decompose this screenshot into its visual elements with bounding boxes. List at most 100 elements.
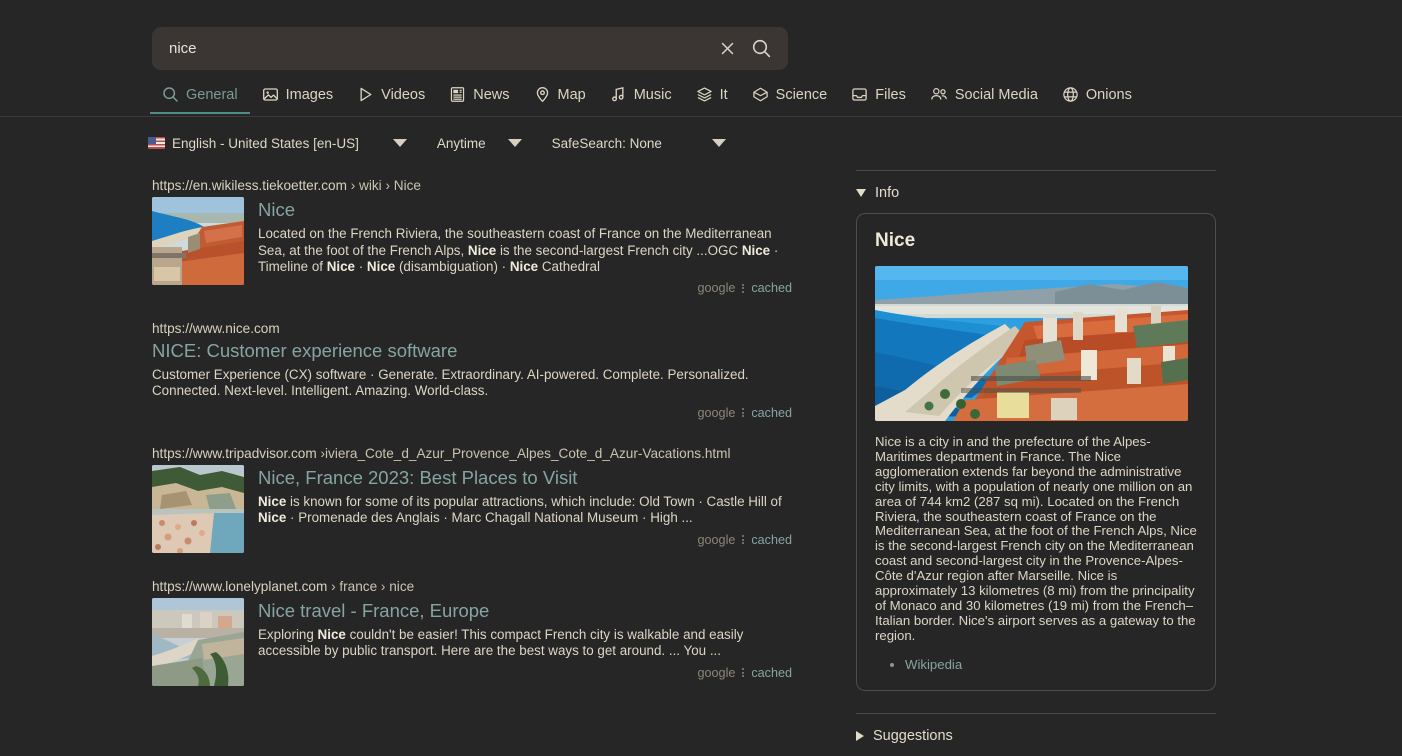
tab-onions[interactable]: Onions [1050, 84, 1144, 114]
more-options-icon[interactable] [742, 408, 745, 418]
info-section-header[interactable]: Info [856, 185, 1216, 201]
result-url-path: › wiki › Nice [346, 178, 421, 193]
result-url-domain: https://www.tripadvisor.com [152, 445, 317, 461]
result-url[interactable]: https://en.wikiless.tiekoetter.com › wik… [152, 178, 792, 193]
result-item: https://en.wikiless.tiekoetter.com › wik… [152, 178, 792, 295]
result-item: https://www.nice.com NICE: Customer expe… [152, 321, 792, 419]
infobox-image[interactable] [875, 266, 1188, 421]
result-engine-name: google [697, 665, 736, 680]
result-engines: google cached [258, 281, 792, 295]
result-url-path: ›iviera_Cote_d_Azur_Provence_Alpes_Cote_… [316, 445, 731, 461]
image-icon [262, 86, 279, 103]
page-header: General Images Videos [0, 0, 1402, 117]
more-options-icon[interactable] [742, 668, 745, 678]
result-title[interactable]: NICE: Customer experience software [152, 340, 792, 361]
tab-label: Map [557, 86, 586, 103]
result-cached-link[interactable]: cached [751, 666, 792, 680]
search-bar[interactable] [152, 27, 788, 70]
language-filter[interactable]: English - United States [en-US] [148, 136, 359, 151]
result-thumbnail[interactable] [152, 197, 244, 285]
infobox-description: Nice is a city in and the prefecture of … [875, 434, 1197, 643]
result-engines: google cached [152, 406, 792, 420]
tab-images[interactable]: Images [250, 84, 346, 114]
search-submit-button[interactable] [744, 27, 778, 70]
inbox-icon [851, 86, 868, 103]
infobox-link-wikipedia[interactable]: Wikipedia [905, 657, 962, 672]
tab-label: General [186, 86, 238, 103]
result-url-domain: https://en.wikiless.tiekoetter.com [152, 178, 347, 193]
safesearch-chevron-down-icon[interactable] [711, 139, 726, 147]
result-cached-link[interactable]: cached [751, 281, 792, 295]
more-options-icon[interactable] [742, 535, 745, 545]
result-thumbnail[interactable] [152, 597, 244, 686]
result-url[interactable]: https://www.lonelyplanet.com › france › … [152, 579, 792, 594]
safesearch-filter[interactable]: SafeSearch: None [552, 136, 662, 151]
result-title[interactable]: Nice [258, 199, 792, 220]
clear-search-button[interactable] [710, 27, 744, 70]
result-engine-name: google [697, 532, 736, 547]
result-title[interactable]: Nice, France 2023: Best Places to Visit [258, 467, 792, 488]
result-cached-link[interactable]: cached [751, 533, 792, 547]
suggestions-section: Suggestions [856, 712, 1216, 744]
result-url-domain: https://www.lonelyplanet.com [152, 578, 328, 594]
tab-label: Images [285, 86, 334, 103]
result-thumbnail[interactable] [152, 464, 244, 553]
tab-label: Music [633, 86, 672, 103]
cube-icon [752, 86, 769, 103]
tab-science[interactable]: Science [740, 84, 840, 114]
suggestions-section-header[interactable]: Suggestions [856, 728, 1216, 744]
result-snippet: Located on the French Riviera, the south… [258, 226, 779, 275]
play-icon [357, 86, 374, 103]
sidebar: Info Nice Nice is a city in and the pref… [856, 170, 1216, 756]
tab-social-media[interactable]: Social Media [918, 84, 1050, 114]
tab-videos[interactable]: Videos [345, 84, 437, 114]
sidebar-divider-top [856, 170, 1216, 171]
music-note-icon [610, 86, 627, 103]
tab-label: Onions [1085, 86, 1132, 103]
result-item: https://www.tripadvisor.com ›iviera_Cote… [152, 446, 792, 553]
tab-label: Social Media [954, 86, 1038, 103]
tab-label: Files [875, 86, 906, 103]
us-flag-icon [148, 137, 165, 149]
tab-it[interactable]: It [684, 84, 740, 114]
infobox-links: Wikipedia [875, 657, 1197, 672]
more-options-icon[interactable] [742, 283, 745, 293]
safesearch-filter-label: SafeSearch: None [551, 135, 662, 151]
layers-icon [696, 86, 713, 103]
tab-general[interactable]: General [150, 84, 250, 114]
globe-icon [1062, 86, 1079, 103]
filter-row: English - United States [en-US] Anytime … [0, 127, 1402, 159]
result-engines: google cached [258, 666, 792, 680]
tab-map[interactable]: Map [522, 84, 598, 114]
tab-music[interactable]: Music [598, 84, 684, 114]
search-icon [162, 86, 179, 103]
result-cached-link[interactable]: cached [751, 406, 792, 420]
map-pin-icon [534, 86, 551, 103]
result-snippet: Exploring Nice couldn't be easier! This … [258, 626, 744, 659]
infobox: Nice Nice is a city in and the prefectur… [856, 213, 1216, 691]
result-item: https://www.lonelyplanet.com › france › … [152, 579, 792, 686]
result-url-domain: https://www.nice.com [152, 321, 280, 337]
result-url[interactable]: https://www.nice.com [152, 321, 792, 336]
tab-label: It [719, 86, 728, 103]
tab-label: News [473, 86, 510, 103]
tab-news[interactable]: News [437, 84, 521, 114]
category-tabs[interactable]: General Images Videos News Map Music It … [150, 84, 1144, 114]
result-snippet: Customer Experience (CX) software · Gene… [152, 366, 749, 399]
result-url[interactable]: https://www.tripadvisor.com ›iviera_Cote… [152, 446, 792, 461]
language-filter-chevron-down-icon[interactable] [392, 139, 407, 147]
time-range-chevron-down-icon[interactable] [507, 139, 522, 147]
time-range-filter-label: Anytime [436, 135, 486, 151]
infobox-link-item: Wikipedia [905, 657, 1197, 672]
newspaper-icon [449, 86, 466, 103]
result-snippet: Nice is known for some of its popular at… [258, 493, 782, 526]
triangle-right-icon [856, 730, 864, 741]
time-range-filter[interactable]: Anytime [437, 136, 486, 151]
infobox-title: Nice [875, 230, 916, 251]
result-title[interactable]: Nice travel - France, Europe [258, 600, 792, 621]
search-input[interactable] [152, 40, 710, 57]
info-section-label: Info [875, 185, 900, 201]
tab-files[interactable]: Files [839, 84, 918, 114]
suggestions-section-label: Suggestions [873, 727, 953, 744]
result-engines: google cached [258, 533, 792, 547]
